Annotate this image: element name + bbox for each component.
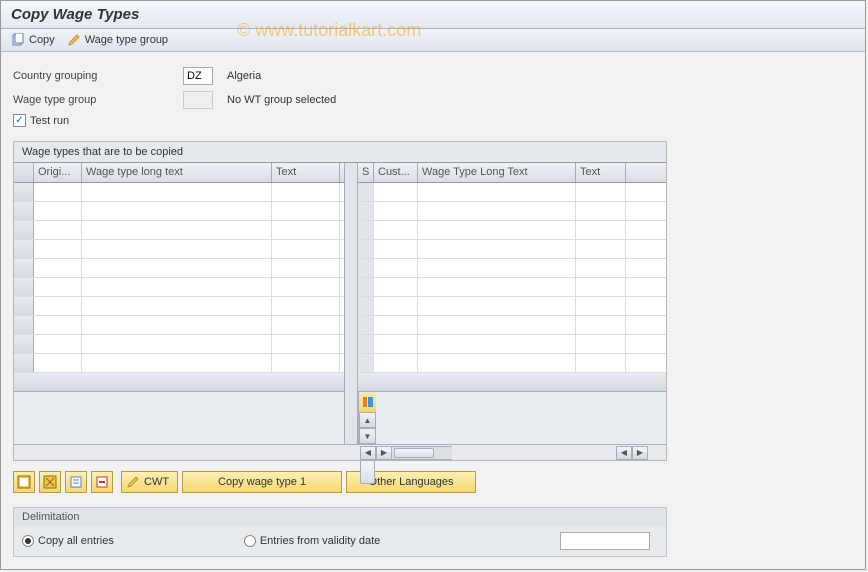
table-row[interactable] [358, 240, 666, 259]
table-row[interactable] [358, 335, 666, 354]
select-all-icon [17, 475, 31, 489]
col-origi[interactable]: Origi... [34, 163, 82, 182]
wage-type-group-button[interactable]: Wage type group [67, 33, 168, 47]
copy-all-label: Copy all entries [38, 535, 114, 547]
col-s[interactable]: S [358, 163, 374, 182]
delimitation-panel: Delimitation Copy all entries Entries fr… [13, 507, 667, 557]
page-title: Copy Wage Types [1, 1, 865, 29]
select-all-button[interactable] [13, 471, 35, 493]
table-row[interactable] [358, 354, 666, 373]
cwt-label: CWT [144, 476, 169, 488]
table-row[interactable] [14, 354, 344, 373]
validity-date-input[interactable] [560, 532, 650, 550]
table-row[interactable] [14, 202, 344, 221]
table-row[interactable] [358, 183, 666, 202]
select-all-left[interactable] [14, 163, 34, 182]
copy-button[interactable]: Copy [11, 33, 55, 47]
test-run-checkbox[interactable]: ✓ [13, 114, 26, 127]
delete-row-button[interactable] [91, 471, 113, 493]
scroll-down-button[interactable]: ▼ [359, 428, 376, 444]
entries-from-date-radio[interactable]: Entries from validity date [244, 535, 380, 547]
wage-types-panel: Wage types that are to be copied Origi..… [13, 141, 667, 461]
table-settings-icon[interactable] [358, 392, 376, 412]
entries-from-label: Entries from validity date [260, 535, 380, 547]
wage-type-group-label: Wage type group [85, 34, 168, 46]
table-row[interactable] [14, 183, 344, 202]
wage-type-group-text: No WT group selected [227, 94, 336, 106]
wage-type-group-input[interactable] [183, 91, 213, 109]
hscroll-right-1[interactable]: ▶ [376, 446, 392, 460]
deselect-all-button[interactable] [39, 471, 61, 493]
copy-all-entries-radio[interactable]: Copy all entries [22, 535, 114, 547]
pencil-icon [126, 475, 140, 489]
col-cust[interactable]: Cust... [374, 163, 418, 182]
hscroll-track-1[interactable] [392, 446, 452, 460]
table-row[interactable] [14, 259, 344, 278]
table-row[interactable] [14, 297, 344, 316]
col-wage-type-long-right[interactable]: Wage Type Long Text [418, 163, 576, 182]
copy-label: Copy [29, 34, 55, 46]
insert-row-button[interactable] [65, 471, 87, 493]
table-row[interactable] [358, 278, 666, 297]
copy-wage-type-1-button[interactable]: Copy wage type 1 [182, 471, 342, 493]
vscroll-thumb[interactable] [360, 460, 375, 484]
delimitation-title: Delimitation [14, 508, 666, 526]
grid-body-right [358, 183, 666, 373]
insert-icon [69, 475, 83, 489]
table-row[interactable] [358, 221, 666, 240]
deselect-all-icon [43, 475, 57, 489]
pencil-icon [67, 33, 81, 47]
main-toolbar: Copy Wage type group [1, 29, 865, 52]
wage-types-panel-title: Wage types that are to be copied [14, 142, 666, 162]
scroll-up-button[interactable]: ▲ [359, 412, 376, 428]
hscroll-right-2[interactable]: ▶ [632, 446, 648, 460]
wage-type-group-form-label: Wage type group [13, 94, 183, 106]
hscroll-left-2[interactable]: ◀ [616, 446, 632, 460]
col-text-left[interactable]: Text [272, 163, 340, 182]
hscroll-left-1[interactable]: ◀ [360, 446, 376, 460]
grid-body-left [14, 183, 344, 373]
country-grouping-text: Algeria [227, 70, 261, 82]
test-run-label: Test run [30, 115, 69, 127]
col-text-right[interactable]: Text [576, 163, 626, 182]
table-row[interactable] [14, 335, 344, 354]
table-row[interactable] [358, 259, 666, 278]
hscroll-thumb-1[interactable] [394, 448, 434, 458]
table-row[interactable] [14, 221, 344, 240]
copy-icon [11, 33, 25, 47]
delete-icon [95, 475, 109, 489]
col-wage-type-long-left[interactable]: Wage type long text [82, 163, 272, 182]
table-row[interactable] [358, 202, 666, 221]
cwt-button[interactable]: CWT [121, 471, 178, 493]
country-grouping-label: Country grouping [13, 70, 183, 82]
table-row[interactable] [14, 278, 344, 297]
table-row[interactable] [14, 316, 344, 335]
table-row[interactable] [358, 316, 666, 335]
table-row[interactable] [358, 297, 666, 316]
country-grouping-input[interactable] [183, 67, 213, 85]
table-row[interactable] [14, 240, 344, 259]
